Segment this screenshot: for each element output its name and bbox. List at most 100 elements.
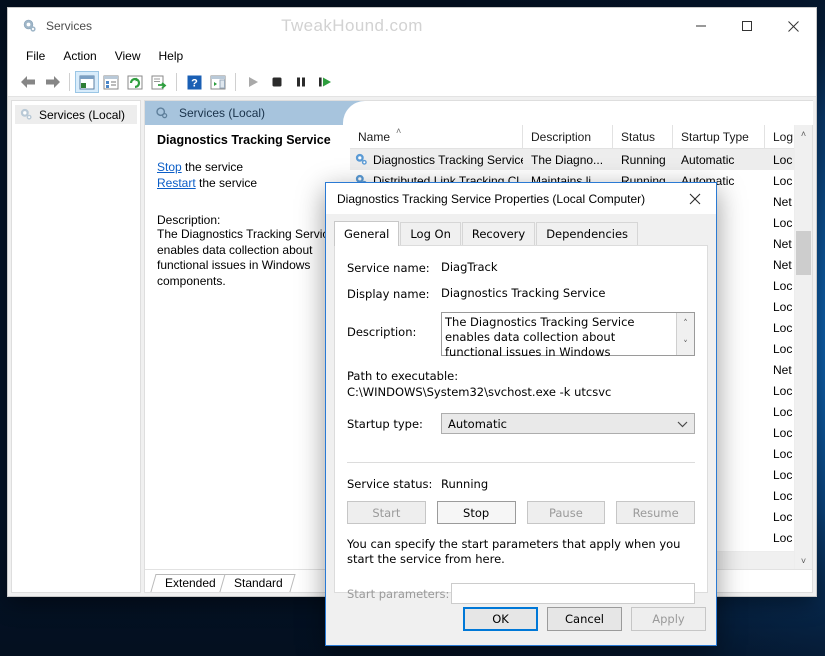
tree-item-label: Services (Local) <box>39 107 126 122</box>
tab-recovery[interactable]: Recovery <box>461 222 536 245</box>
scrollbar-thumb[interactable] <box>796 231 811 275</box>
stop-button[interactable]: Stop <box>436 501 516 524</box>
tab-standard-label: Standard <box>233 576 283 590</box>
forward-arrow-icon[interactable] <box>40 71 64 93</box>
description-row: Description: The Diagnostics Tracking Se… <box>347 312 695 359</box>
startup-type-label: Startup type: <box>347 417 423 431</box>
toolbar-separator <box>176 73 177 91</box>
cell-name: Diagnostics Tracking Service <box>350 152 523 167</box>
vertical-scrollbar[interactable]: ˄ ˅ <box>794 125 812 569</box>
menu-file[interactable]: File <box>17 46 54 66</box>
minimize-icon[interactable] <box>678 8 724 44</box>
column-header-name[interactable]: Name ˄ <box>350 125 523 148</box>
display-name-label: Display name: <box>347 287 430 301</box>
scroll-down-icon[interactable]: ˅ <box>677 334 694 355</box>
service-name-label: Service name: <box>347 261 430 275</box>
description-label: Description: <box>347 325 417 339</box>
service-name-value: DiagTrack <box>441 260 498 274</box>
description-scrollbar[interactable]: ˄ ˅ <box>676 313 694 355</box>
toolbar-separator <box>235 73 236 91</box>
properties-icon[interactable] <box>99 71 123 93</box>
dialog-tabs-area: General Log On Recovery Dependencies <box>326 214 716 246</box>
gear-icon <box>19 107 34 122</box>
show-hide-action-pane-icon[interactable] <box>206 71 230 93</box>
cancel-button[interactable]: Cancel <box>547 607 622 631</box>
startup-type-select[interactable]: Automatic <box>441 413 695 434</box>
stop-service-row: Stop the service <box>157 159 340 175</box>
service-status-row: Service status: Running <box>347 476 695 492</box>
restart-service-row: Restart the service <box>157 175 340 191</box>
back-arrow-icon[interactable] <box>16 71 40 93</box>
help-icon[interactable]: ? <box>182 71 206 93</box>
service-detail-panel: Diagnostics Tracking Service Stop the se… <box>145 125 350 569</box>
apply-button[interactable]: Apply <box>631 607 706 631</box>
tab-dependencies-label: Dependencies <box>546 227 629 241</box>
table-row[interactable]: Diagnostics Tracking Service The Diagno..… <box>350 149 812 170</box>
divider <box>347 462 695 463</box>
pane-header: Services (Local) <box>145 101 813 125</box>
start-service-icon[interactable] <box>241 71 265 93</box>
start-button[interactable]: Start <box>347 501 426 524</box>
gear-icon <box>155 106 169 120</box>
detail-service-title: Diagnostics Tracking Service <box>157 133 331 147</box>
start-parameters-label: Start parameters: <box>347 586 450 601</box>
scroll-up-icon[interactable]: ˄ <box>677 313 694 334</box>
chevron-down-icon <box>677 417 688 431</box>
tab-standard[interactable]: Standard <box>219 574 296 592</box>
restart-service-link[interactable]: Restart <box>157 176 196 190</box>
console-tree-pane: Services (Local) <box>11 100 141 593</box>
column-header-label: Description <box>531 129 592 144</box>
detail-description-text: The Diagnostics Tracking Service enables… <box>157 227 336 288</box>
menu-view[interactable]: View <box>106 46 150 66</box>
restart-service-suffix: the service <box>195 176 258 190</box>
cell-description: The Diagno... <box>531 152 604 167</box>
resume-button[interactable]: Resume <box>616 501 695 524</box>
close-icon[interactable] <box>674 183 716 214</box>
column-header-label: Name <box>358 129 391 144</box>
pause-button[interactable]: Pause <box>526 501 606 524</box>
service-control-buttons: Start Stop Pause Resume <box>347 501 695 524</box>
general-tab-page: Service name: DiagTrack Display name: Di… <box>334 246 708 604</box>
startup-type-row: Startup type: Automatic <box>347 413 695 434</box>
start-parameters-hint: You can specify the start parameters tha… <box>347 537 681 566</box>
menu-help[interactable]: Help <box>150 46 193 66</box>
cell-startup: Automatic <box>681 152 735 167</box>
description-field[interactable]: The Diagnostics Tracking Service enables… <box>441 312 695 359</box>
column-header-description[interactable]: Description <box>523 125 613 148</box>
tab-general[interactable]: General <box>334 221 400 246</box>
svg-text:?: ? <box>191 77 198 89</box>
tab-log-on[interactable]: Log On <box>400 222 461 245</box>
restart-service-icon[interactable] <box>313 71 337 93</box>
column-header-startup[interactable]: Startup Type <box>673 125 765 148</box>
column-header-label: Log <box>773 129 794 144</box>
stop-service-suffix: the service <box>181 160 244 174</box>
pause-service-icon[interactable] <box>289 71 313 93</box>
window-title: Services <box>46 19 93 33</box>
ok-button[interactable]: OK <box>463 607 538 631</box>
refresh-icon[interactable] <box>123 71 147 93</box>
tree-item-services-local[interactable]: Services (Local) <box>15 105 137 124</box>
stop-service-icon[interactable] <box>265 71 289 93</box>
tab-general-label: General <box>344 227 390 241</box>
path-to-executable-label: Path to executable: <box>347 369 459 383</box>
window-titlebar: Services TweakHound.com <box>8 8 816 44</box>
startup-type-value: Automatic <box>448 416 507 431</box>
export-list-icon[interactable] <box>147 71 171 93</box>
scroll-up-icon[interactable]: ˄ <box>795 125 812 142</box>
tab-dependencies[interactable]: Dependencies <box>536 222 639 245</box>
tab-extended[interactable]: Extended <box>150 574 229 592</box>
menu-action[interactable]: Action <box>54 46 105 66</box>
stop-service-link[interactable]: Stop <box>157 160 182 174</box>
description-value: The Diagnostics Tracking Service enables… <box>445 315 635 359</box>
dialog-titlebar: Diagnostics Tracking Service Properties … <box>326 183 716 214</box>
service-status-value: Running <box>441 476 489 491</box>
maximize-icon[interactable] <box>724 8 770 44</box>
scroll-down-icon[interactable]: ˅ <box>795 552 812 569</box>
start-parameters-input[interactable] <box>451 583 695 604</box>
window-controls <box>678 8 816 44</box>
path-to-executable-value: C:\WINDOWS\System32\svchost.exe -k utcsv… <box>347 385 612 399</box>
dialog-title: Diagnostics Tracking Service Properties … <box>337 191 646 206</box>
column-header-status[interactable]: Status <box>613 125 673 148</box>
close-icon[interactable] <box>770 8 816 44</box>
show-hide-console-tree-icon[interactable] <box>75 71 99 93</box>
